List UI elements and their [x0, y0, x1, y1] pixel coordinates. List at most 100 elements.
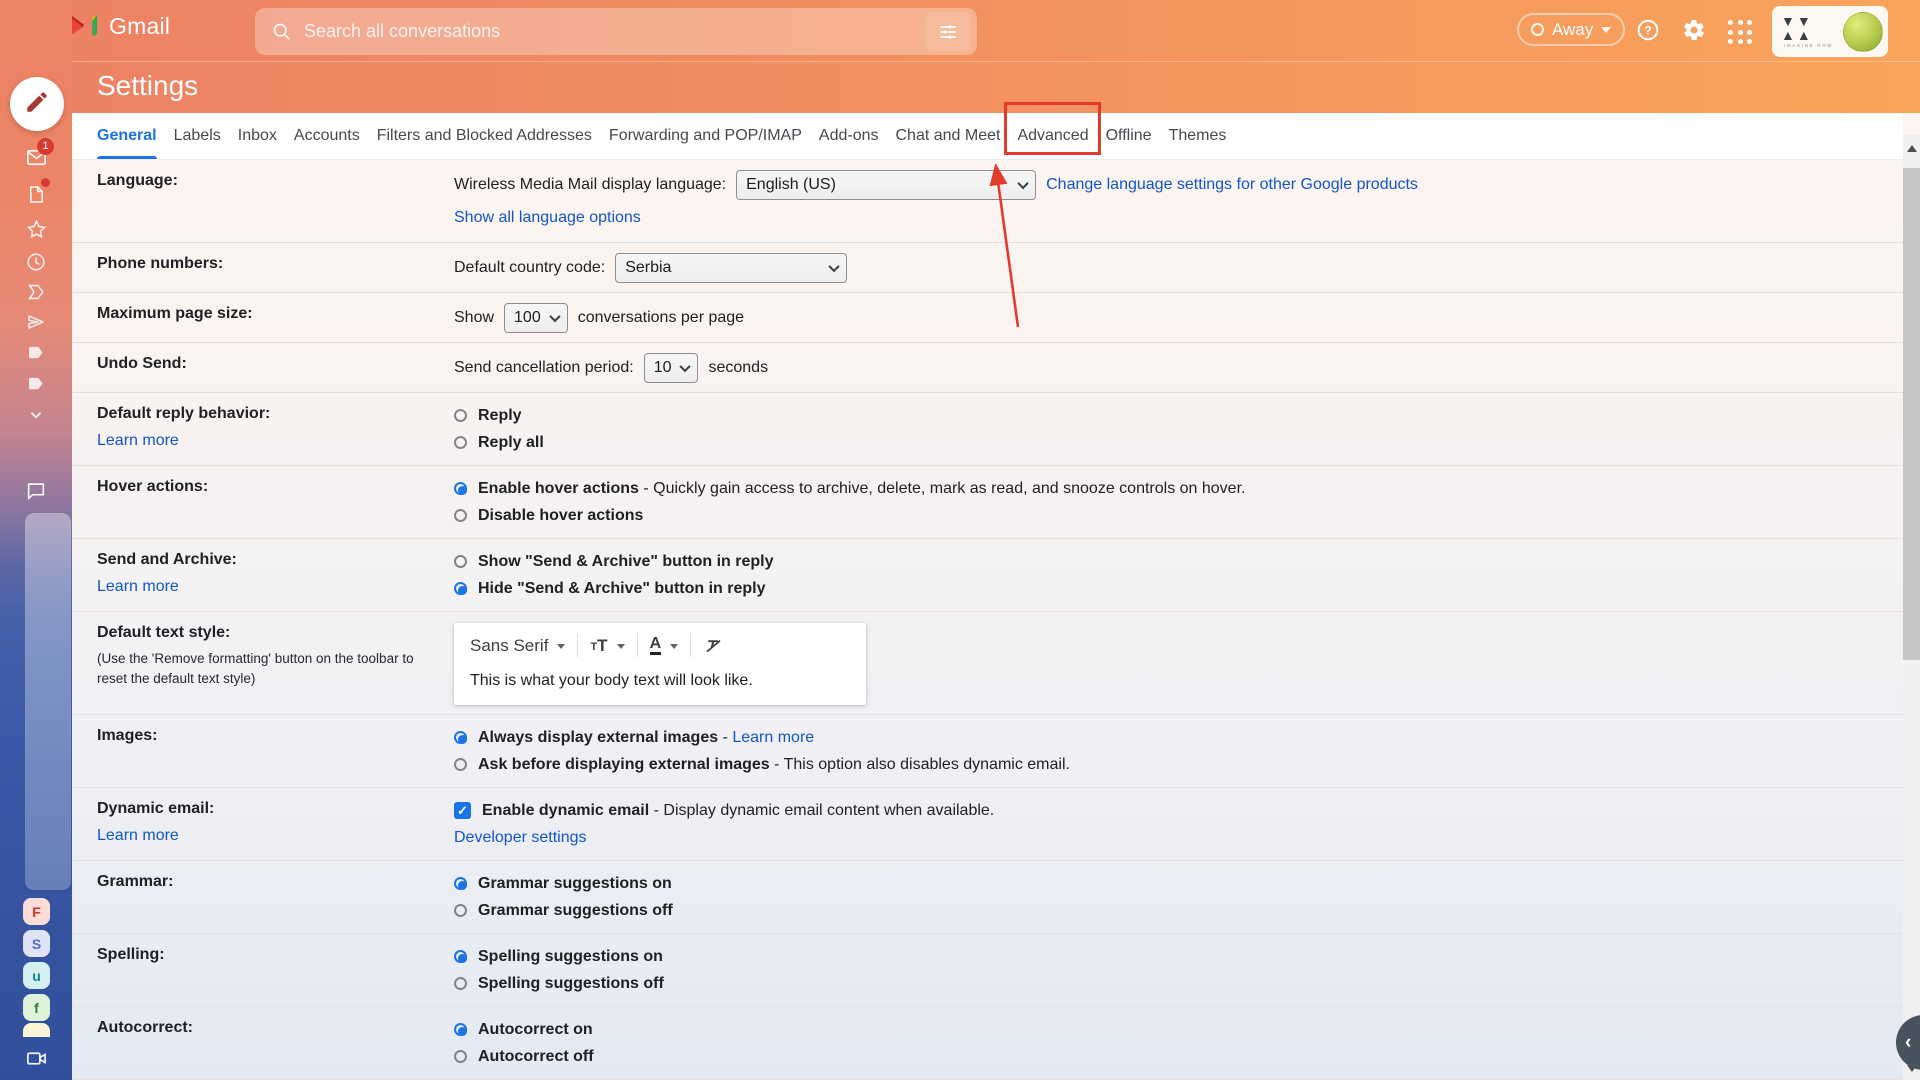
settings-row-autocorrect: Autocorrect: Autocorrect on Autocorrect … [72, 1007, 1903, 1080]
disable-hover-actions-radio[interactable] [454, 509, 467, 522]
sidebar-item-meet[interactable] [0, 1046, 72, 1076]
spelling-on-radio[interactable] [454, 950, 467, 963]
sidebar-item-important[interactable] [0, 279, 72, 309]
search-input[interactable] [304, 21, 925, 42]
option-label: Hide "Send & Archive" button in reply [478, 580, 766, 598]
workspace-logo-card: ▼▼ ▲▲ IMAGINE ROW [1772, 6, 1888, 57]
display-language-select[interactable]: English (US) [736, 170, 1036, 200]
option-label: Autocorrect off [478, 1048, 594, 1066]
settings-row-undo-send: Undo Send: Send cancellation period: 10 … [72, 343, 1903, 393]
autocorrect-on-radio[interactable] [454, 1023, 467, 1036]
chat-avatar-partial[interactable] [23, 1023, 50, 1037]
row-label: Grammar: [97, 870, 444, 894]
tab-chat-meet[interactable]: Chat and Meet [895, 113, 1000, 159]
gmail-logo: Gmail [68, 12, 170, 41]
sidebar-scroll-panel[interactable] [25, 513, 71, 890]
workspace-caption: IMAGINE ROW [1784, 44, 1833, 49]
tab-offline[interactable]: Offline [1106, 113, 1152, 159]
learn-more-link[interactable]: Learn more [97, 430, 179, 452]
scroll-up-arrow[interactable] [1907, 145, 1917, 152]
row-label: Spelling: [97, 943, 444, 967]
page-title: Settings [97, 70, 198, 102]
text-style-preview: This is what your body text will look li… [470, 672, 850, 690]
enable-dynamic-email-checkbox[interactable]: ✓ [454, 802, 471, 819]
sidebar-item-more[interactable] [0, 402, 72, 432]
change-language-settings-link[interactable]: Change language settings for other Googl… [1046, 176, 1418, 194]
help-button[interactable]: ? [1630, 14, 1666, 50]
font-family-selector[interactable]: Sans Serif [470, 636, 548, 656]
sidebar-item-starred[interactable] [0, 217, 72, 247]
developer-settings-link[interactable]: Developer settings [454, 829, 587, 847]
sidebar-item-chat[interactable] [0, 478, 72, 508]
tab-labels[interactable]: Labels [174, 113, 221, 159]
country-code-select[interactable]: Serbia [615, 253, 847, 283]
ask-before-images-radio[interactable] [454, 758, 467, 771]
inbox-unread-badge: 1 [37, 138, 54, 155]
row-note: (Use the 'Remove formatting' button on t… [97, 649, 444, 689]
reply-radio[interactable] [454, 409, 467, 422]
autocorrect-off-radio[interactable] [454, 1050, 467, 1063]
grammar-off-radio[interactable] [454, 904, 467, 917]
sidebar-item-inbox[interactable]: 1 [0, 145, 72, 175]
sidebar-item-sent[interactable] [0, 309, 72, 339]
chevron-down-icon[interactable] [670, 644, 678, 649]
learn-more-link[interactable]: Learn more [732, 729, 814, 746]
option-label: Enable dynamic email [482, 802, 649, 819]
sidebar-item-label-1[interactable] [0, 340, 72, 370]
chevron-down-icon[interactable] [617, 644, 625, 649]
sidebar-item-drafts[interactable] [0, 182, 72, 212]
chat-avatar[interactable]: f [23, 994, 50, 1021]
avatar-letter: F [32, 904, 41, 920]
remove-formatting-icon[interactable] [703, 635, 724, 656]
row-label: Maximum page size: [97, 302, 444, 326]
scrollbar[interactable] [1903, 135, 1920, 1080]
font-size-icon[interactable]: TT [590, 637, 607, 655]
spelling-off-radio[interactable] [454, 977, 467, 990]
tab-forwarding-pop-imap[interactable]: Forwarding and POP/IMAP [609, 113, 802, 159]
grammar-on-radio[interactable] [454, 877, 467, 890]
enable-hover-actions-radio[interactable] [454, 482, 467, 495]
row-label: Undo Send: [97, 352, 444, 376]
status-label: Away [1552, 20, 1593, 40]
text-color-icon[interactable]: A [650, 636, 662, 655]
tab-general[interactable]: General [97, 113, 157, 159]
google-apps-button[interactable] [1722, 14, 1758, 50]
row-label: Images: [97, 724, 444, 748]
chat-avatar[interactable]: S [23, 930, 50, 957]
always-display-images-radio[interactable] [454, 731, 467, 744]
cancellation-period-select[interactable]: 10 [644, 353, 699, 383]
tab-accounts[interactable]: Accounts [294, 113, 360, 159]
tab-advanced[interactable]: Advanced [1017, 113, 1088, 159]
settings-gear-button[interactable] [1676, 14, 1712, 50]
status-selector[interactable]: Away [1517, 13, 1625, 46]
scrollbar-thumb[interactable] [1903, 168, 1920, 660]
tab-addons[interactable]: Add-ons [819, 113, 879, 159]
hide-send-archive-radio[interactable] [454, 582, 467, 595]
sidebar-item-snoozed[interactable] [0, 249, 72, 279]
page-size-select[interactable]: 100 [504, 303, 568, 333]
option-label: Ask before displaying external images [478, 756, 770, 773]
compose-button[interactable] [10, 77, 64, 131]
snooze-clock-icon [25, 251, 47, 278]
learn-more-link[interactable]: Learn more [97, 825, 179, 847]
compose-pencil-icon [24, 89, 50, 120]
option-label: Reply [478, 407, 522, 425]
search-options-tune-icon[interactable] [925, 12, 971, 51]
learn-more-link[interactable]: Learn more [97, 576, 179, 598]
row-label: Autocorrect: [97, 1016, 444, 1040]
show-send-archive-radio[interactable] [454, 555, 467, 568]
tab-filters-blocked[interactable]: Filters and Blocked Addresses [377, 113, 592, 159]
show-all-language-options-link[interactable]: Show all language options [454, 209, 641, 227]
label-icon [26, 342, 47, 368]
profile-avatar[interactable] [1843, 12, 1883, 52]
select-value: 10 [654, 359, 672, 377]
reply-all-radio[interactable] [454, 436, 467, 449]
search-bar[interactable] [255, 8, 977, 55]
sidebar-item-label-2[interactable] [0, 371, 72, 401]
chat-avatar[interactable]: u [23, 962, 50, 989]
chat-avatar[interactable]: F [23, 898, 50, 925]
settings-row-dynamic-email: Dynamic email: Learn more ✓Enable dynami… [72, 788, 1903, 861]
tab-inbox[interactable]: Inbox [238, 113, 277, 159]
chevron-down-icon[interactable] [557, 644, 565, 649]
tab-themes[interactable]: Themes [1169, 113, 1227, 159]
